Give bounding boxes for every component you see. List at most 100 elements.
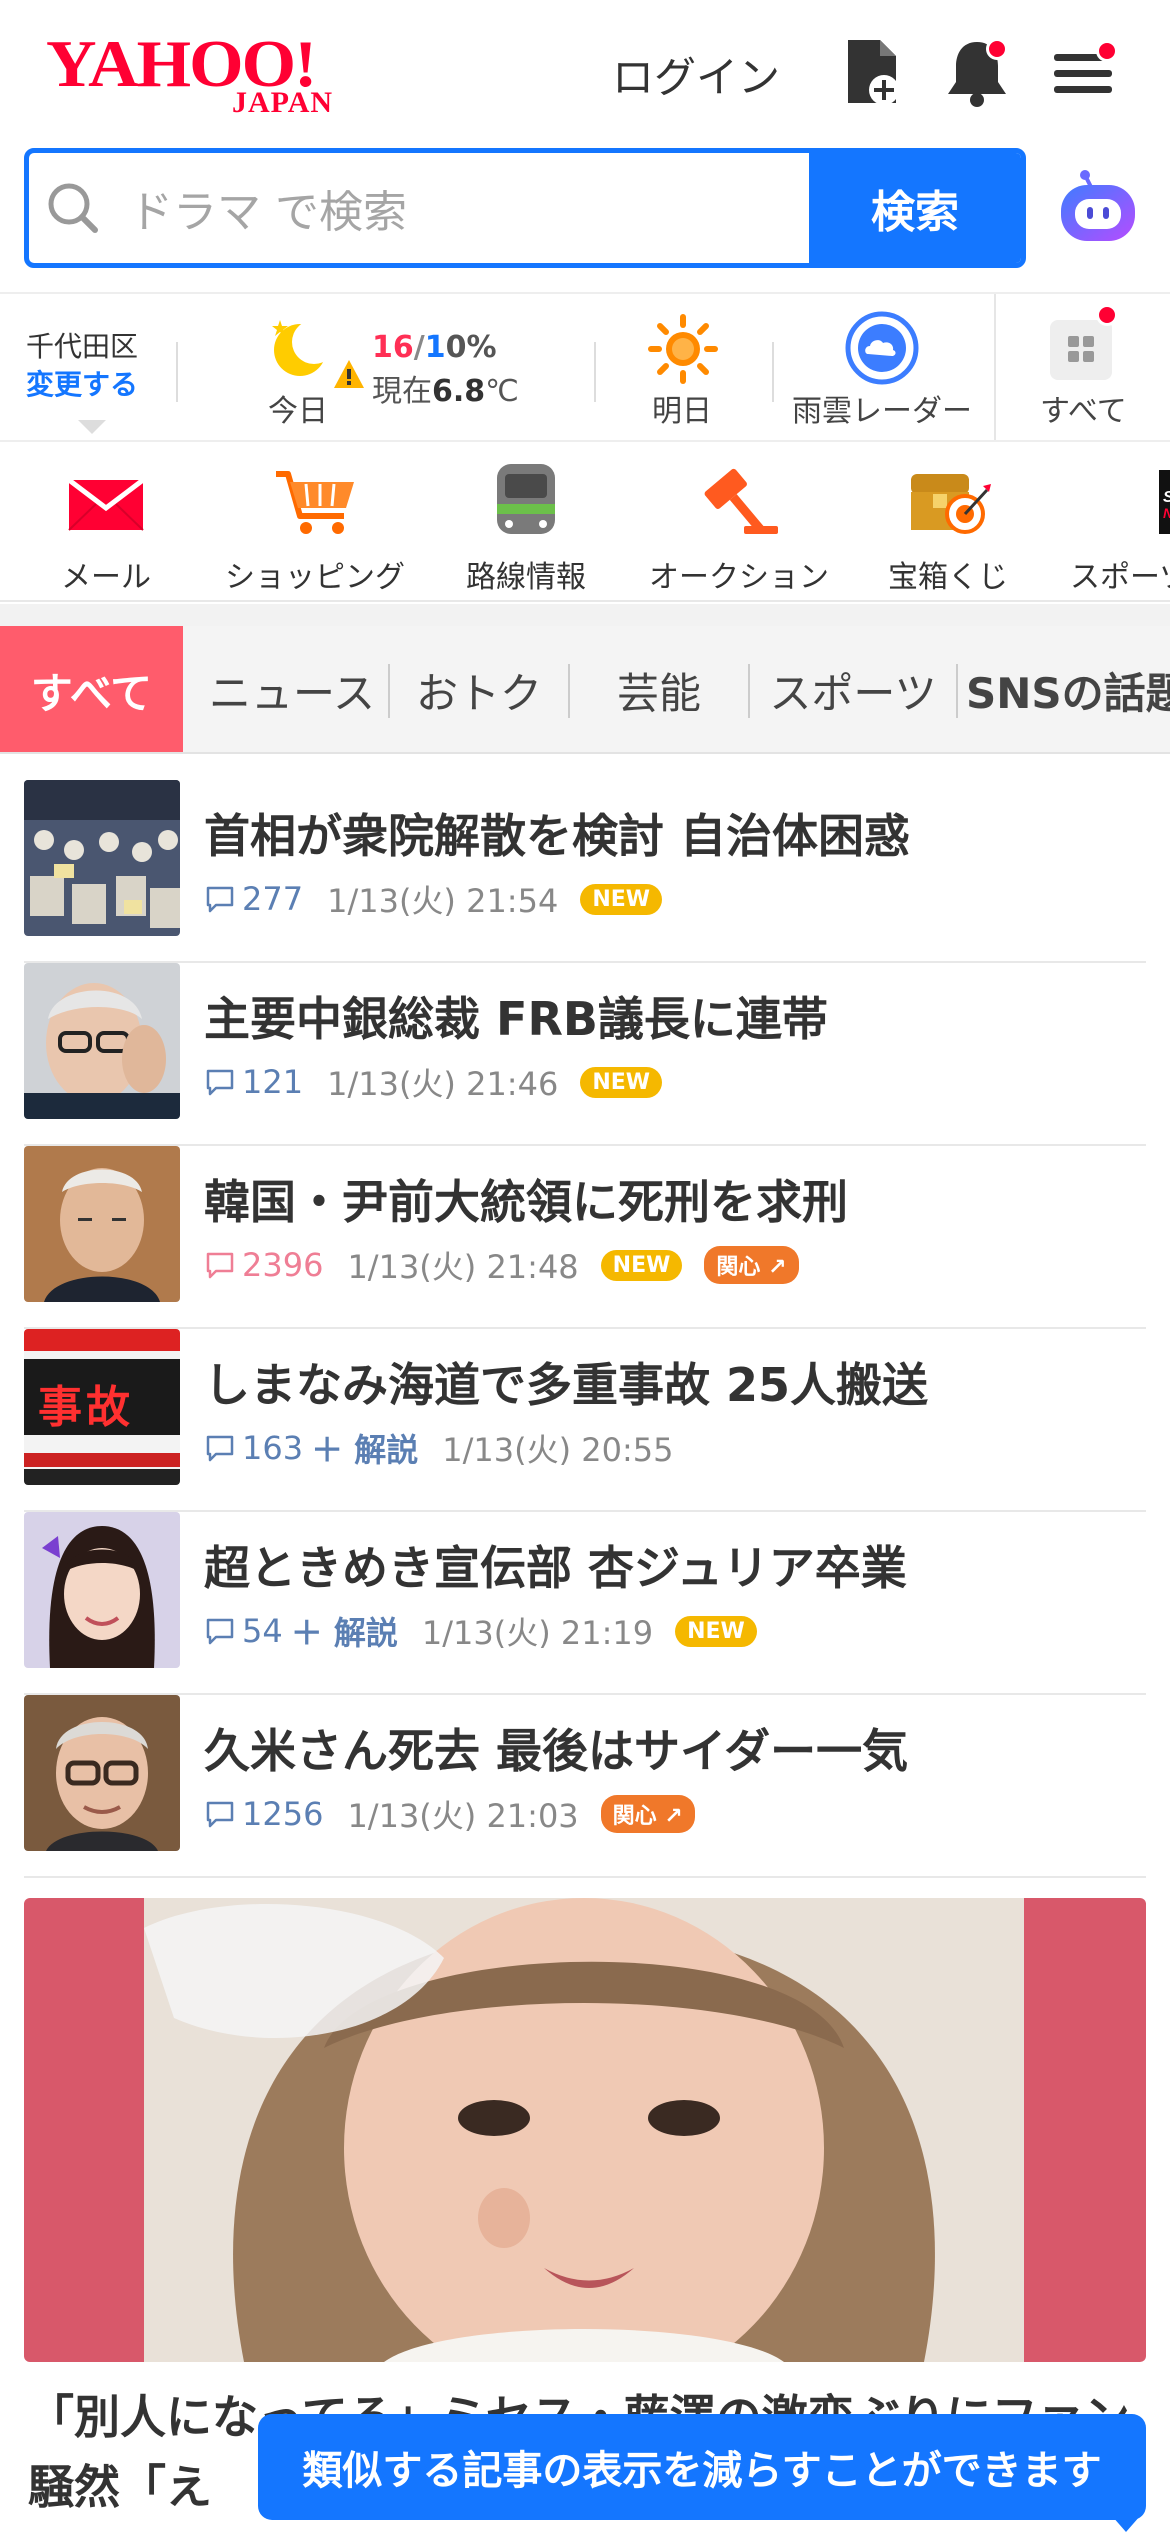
comment-count[interactable]: 2396 — [204, 1246, 323, 1284]
comment-count[interactable]: 277 — [204, 880, 303, 918]
comment-icon — [206, 1618, 234, 1645]
news-item[interactable]: 主要中銀総裁 FRB議長に連帯 121 1/13(火) 21:46 NEW — [24, 963, 1146, 1146]
comment-count[interactable]: 54 ＋ 解説 — [204, 1608, 398, 1654]
commentary-label: ＋ 解説 — [311, 1431, 419, 1469]
news-date: 1/13(火) 21:54 — [327, 882, 559, 920]
tab-deals[interactable]: おトク — [390, 626, 568, 752]
comment-icon — [206, 1801, 234, 1828]
tip-toast[interactable]: 類似する記事の表示を減らすことができます — [258, 2414, 1146, 2520]
precipitation: 0% — [445, 330, 497, 365]
news-thumbnail: 事故 — [24, 1329, 180, 1485]
interest-label: 関心 — [612, 1804, 657, 1829]
comment-number: 277 — [242, 880, 304, 918]
service-auction[interactable]: オークション — [644, 460, 834, 596]
search-input[interactable]: ドラマ で検索 — [29, 153, 814, 263]
tab-all[interactable]: すべて — [0, 626, 183, 752]
news-headline: 首相が衆院解散を検討 自治体困惑 — [204, 809, 911, 863]
news-date: 1/13(火) 21:19 — [421, 1614, 654, 1652]
interest-badge: 関心 ↗ — [600, 1795, 695, 1833]
commentary-label: ＋ 解説 — [290, 1614, 398, 1652]
change-location-link[interactable]: 変更する — [26, 366, 138, 404]
mail-icon — [67, 478, 145, 531]
yahoo-japan-logo[interactable]: YAHOO! JAPAN — [46, 30, 366, 120]
comment-number: 54 — [242, 1612, 283, 1650]
sun-icon — [648, 314, 718, 384]
search-button[interactable]: 検索 — [809, 153, 1021, 263]
comment-count[interactable]: 121 — [204, 1063, 303, 1101]
news-item[interactable]: 久米さん死去 最後はサイダー一気 1256 1/13(火) 21:03 関心 ↗ — [24, 1695, 1146, 1878]
tab-news[interactable]: ニュース — [196, 626, 388, 752]
service-lottery[interactable]: 宝箱くじ — [882, 460, 1014, 596]
radar-icon — [845, 311, 919, 385]
news-headline: 超ときめき宣伝部 杏ジュリア卒業 — [204, 1541, 907, 1595]
news-item[interactable]: 韓国・尹前大統領に死刑を求刑 2396 1/13(火) 21:48 NEW 関心… — [24, 1146, 1146, 1329]
thumb-caption: 事故 — [38, 1382, 134, 1433]
comment-icon — [206, 1069, 234, 1096]
temperature-range: 16/10% — [372, 330, 497, 365]
login-link[interactable]: ログイン — [612, 44, 780, 105]
header: YAHOO! JAPAN ログイン — [0, 0, 1170, 145]
news-headline: しまなみ海道で多重事故 25人搬送 — [204, 1358, 929, 1412]
news-thumbnail — [24, 780, 180, 936]
notification-dot — [986, 38, 1008, 60]
service-shopping[interactable]: ショッピング — [220, 460, 410, 596]
service-label: メール — [61, 560, 151, 595]
all-label: すべて — [1040, 394, 1127, 429]
feature-image[interactable] — [24, 1898, 1146, 2362]
toast-tail — [1112, 2516, 1140, 2532]
news-meta: 54 ＋ 解説 1/13(火) 21:19 NEW — [204, 1608, 757, 1654]
category-tabs: すべて ニュース おトク 芸能 スポーツ SNSの話題 — [0, 626, 1170, 754]
new-badge: NEW — [600, 1249, 683, 1281]
warning-icon — [334, 360, 364, 388]
service-mail[interactable]: メール — [56, 460, 156, 596]
now-value: 6.8 — [432, 374, 486, 409]
menu-icon[interactable] — [1050, 34, 1120, 109]
news-item[interactable]: 首相が衆院解散を検討 自治体困惑 277 1/13(火) 21:54 NEW — [24, 780, 1146, 963]
news-date: 1/13(火) 20:55 — [442, 1431, 674, 1469]
current-temp: 現在6.8℃ — [372, 366, 519, 410]
svg-text:SPO: SPO — [1163, 489, 1170, 506]
comment-number: 163 — [242, 1429, 304, 1467]
interest-badge: 関心 ↗ — [704, 1246, 799, 1284]
interest-label: 関心 — [716, 1255, 761, 1280]
service-label: 路線情報 — [466, 560, 586, 595]
new-badge: NEW — [675, 1615, 757, 1647]
news-item[interactable]: 超ときめき宣伝部 杏ジュリア卒業 54 ＋ 解説 1/13(火) 21:19 N… — [24, 1512, 1146, 1695]
bell-icon[interactable] — [942, 34, 1012, 109]
now-prefix: 現在 — [372, 374, 432, 409]
news-meta: 277 1/13(火) 21:54 NEW — [204, 876, 663, 922]
divider — [176, 342, 178, 402]
news-thumbnail — [24, 963, 180, 1119]
caret-down-icon — [78, 420, 106, 434]
treasure-box-icon — [911, 474, 991, 534]
news-date: 1/13(火) 21:48 — [347, 1248, 579, 1286]
add-document-icon[interactable] — [838, 34, 908, 109]
comment-count[interactable]: 163 ＋ 解説 — [204, 1425, 418, 1471]
service-label: オークション — [649, 560, 829, 595]
cart-icon — [276, 471, 354, 534]
comment-count[interactable]: 1256 — [204, 1795, 323, 1833]
service-sports[interactable]: SPO NA スポーツ — [1066, 460, 1170, 596]
service-label: ショッピング — [225, 560, 405, 595]
news-meta: 1256 1/13(火) 21:03 関心 ↗ — [204, 1791, 695, 1837]
new-badge: NEW — [580, 1066, 663, 1098]
news-item[interactable]: 事故 しまなみ海道で多重事故 25人搬送 163 ＋ 解説 1/13(火) 20… — [24, 1329, 1146, 1512]
sports-icon: SPO NA — [1159, 470, 1170, 534]
ai-assistant-icon[interactable] — [1055, 165, 1141, 247]
comment-number: 1256 — [242, 1795, 324, 1833]
search-bar: ドラマ で検索 検索 — [24, 148, 1026, 268]
now-unit: ℃ — [485, 374, 519, 409]
train-icon — [497, 464, 555, 534]
gavel-icon — [704, 468, 778, 534]
location-selector[interactable]: 千代田区 変更する — [26, 328, 138, 404]
news-thumbnail — [24, 1146, 180, 1302]
tab-sns[interactable]: SNSの話題 — [966, 626, 1170, 752]
new-badge: NEW — [580, 883, 663, 915]
news-headline: 久米さん死去 最後はサイダー一気 — [204, 1724, 909, 1778]
tab-entertainment[interactable]: 芸能 — [570, 626, 748, 752]
service-transit[interactable]: 路線情報 — [460, 460, 592, 596]
tab-sports[interactable]: スポーツ — [750, 626, 956, 752]
news-thumbnail — [24, 1512, 180, 1668]
logo-sub: JAPAN — [232, 86, 334, 119]
news-meta: 2396 1/13(火) 21:48 NEW 関心 ↗ — [204, 1242, 799, 1288]
